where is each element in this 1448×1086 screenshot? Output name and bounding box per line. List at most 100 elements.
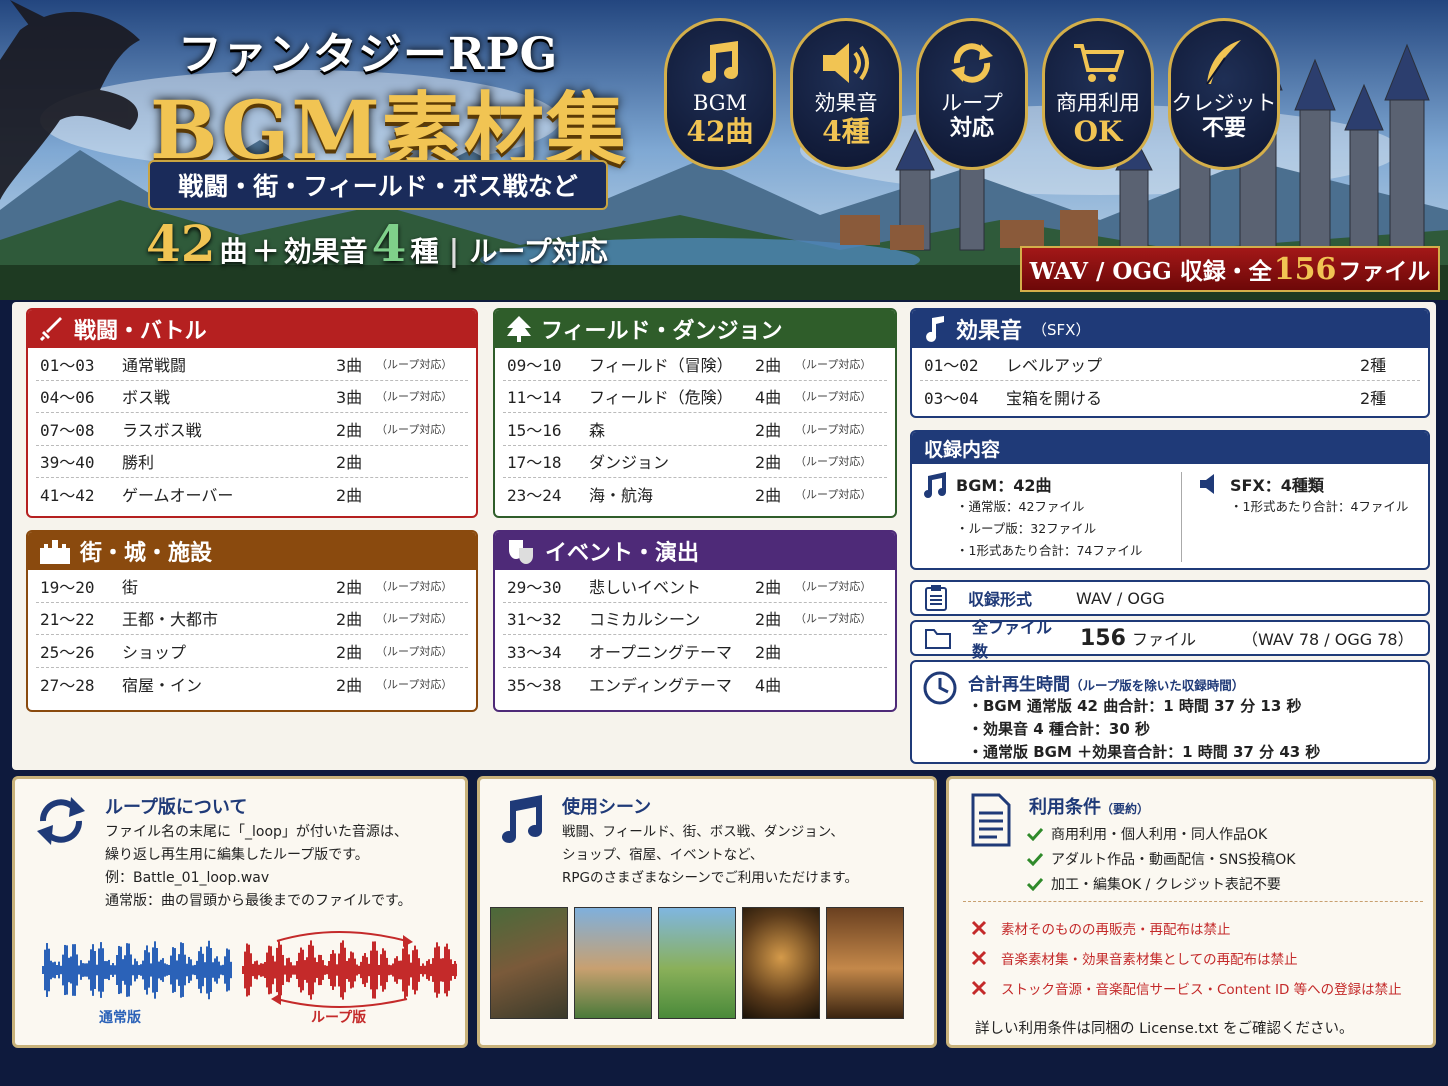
term-ng-item: 音楽素材集・効果音素材集としての再配布は禁止	[971, 943, 1402, 973]
track-count: 4曲	[755, 388, 782, 408]
loop-note: （ループ対応）	[376, 644, 453, 658]
badge-sfx: 効果音 4種	[790, 18, 902, 170]
track-range: 35～38	[507, 675, 562, 695]
track-range: 09～10	[507, 355, 562, 375]
track-range: 21～22	[40, 610, 95, 630]
file-count-banner: WAV / OGG 収録・全 156 ファイル	[1020, 246, 1440, 292]
battle-card-header: 戦闘・バトル	[28, 310, 476, 348]
track-list-panel: 戦闘・バトル 01～03 通常戦闘 3曲 （ループ対応） 04～06 ボス戦 3曲 （ループ対…	[12, 302, 1436, 770]
format-row: 収録形式 WAV / OGG	[910, 580, 1430, 616]
track-range: 01～03	[40, 355, 95, 375]
duration-box: 合計再生時間（ループ版を除いた収録時間） ・BGM 通常版 42 曲合計：1 時…	[910, 660, 1430, 764]
text-line: ・通常版 BGM ＋効果音合計：1 時間 37 分 43 秒	[968, 743, 1321, 761]
loop-version-label: ループ版	[311, 1010, 367, 1026]
text-line: ファイル名の末尾に「_loop」が付いた音源は、	[105, 824, 408, 840]
feather-icon	[1206, 40, 1241, 85]
sfx-count: 4	[371, 214, 407, 273]
loop-icon	[37, 797, 85, 845]
track-count: 2曲	[755, 610, 782, 630]
music-note-icon	[502, 795, 542, 843]
town-card: 街・城・施設 19～20 街 2曲 （ループ対応） 21～22 王都・大都市 2曲 （ループ対…	[26, 530, 478, 712]
scenes-title: 使用シーン	[562, 797, 652, 818]
hero-count-line: 42 曲 ＋ 効果音 4 種 | ループ対応	[146, 214, 608, 273]
field-card: フィールド・ダンジョン 09～10 フィールド（冒険） 2曲 （ループ対応） 11～14…	[493, 308, 897, 518]
track-name: 悲しいイベント	[589, 577, 702, 597]
track-range: 25～26	[40, 642, 95, 662]
music-note-icon	[924, 472, 946, 498]
track-count: 2曲	[336, 486, 363, 506]
track-count: 3曲	[336, 355, 363, 375]
track-count: 2種	[1360, 355, 1387, 375]
loop-info-panel: ループ版について ファイル名の末尾に「_loop」が付いた音源は、 繰り返し再生用…	[12, 776, 468, 1048]
cross-icon	[971, 950, 987, 966]
loop-info-title: ループ版について	[105, 797, 248, 818]
track-count: 3曲	[336, 388, 363, 408]
loop-note: （ループ対応）	[376, 422, 453, 436]
loop-support-text: ループ対応	[469, 235, 608, 268]
track-name: フィールド（危険）	[589, 388, 733, 408]
sfx-total: SFX：4種類	[1230, 476, 1324, 495]
track-range: 17～18	[507, 453, 562, 473]
track-row: 21～22 王都・大都市 2曲 （ループ対応）	[36, 603, 468, 635]
field-scene-image	[658, 907, 736, 1019]
castle-icon	[40, 540, 70, 564]
music-note-icon	[702, 41, 738, 83]
track-row: 25～26 ショップ 2曲 （ループ対応）	[36, 635, 468, 668]
check-icon	[1027, 852, 1043, 866]
track-range: 01～02	[924, 355, 979, 375]
track-row: 27～28 宿屋・イン 2曲 （ループ対応）	[36, 668, 468, 701]
track-range: 11～14	[507, 388, 562, 408]
track-name: ラスボス戦	[122, 420, 202, 440]
track-count: 2曲	[336, 642, 363, 662]
track-count: 2種	[1360, 388, 1387, 408]
scene-thumbnails	[490, 907, 904, 1019]
loop-note: （ループ対応）	[795, 357, 872, 371]
cross-icon	[971, 980, 987, 996]
loop-note: （ループ対応）	[376, 390, 453, 404]
track-name: 宝箱を開ける	[1006, 388, 1103, 408]
loop-note: （ループ対応）	[795, 422, 872, 436]
hero-banner: ファンタジーRPG BGM素材集 戦闘・街・フィールド・ボス戦など 42 曲 ＋…	[0, 0, 1448, 300]
sfx-count-unit: 種	[410, 235, 439, 268]
feature-badges: BGM 42曲 効果音 4種 ループ 対応 商用利用 OK クレジット 不要	[664, 18, 1280, 170]
cross-icon	[971, 920, 987, 936]
track-row: 23～24 海・航海 2曲 （ループ対応）	[503, 478, 887, 511]
track-name: 森	[589, 420, 606, 440]
track-row: 07～08 ラスボス戦 2曲 （ループ対応）	[36, 413, 468, 446]
track-row: 29～30 悲しいイベント 2曲 （ループ対応）	[503, 570, 887, 603]
sfx-card-header: 効果音 （SFX）	[912, 310, 1428, 348]
track-name: 通常戦闘	[122, 355, 187, 375]
town-card-header: 街・城・施設	[28, 532, 476, 570]
track-row: 04～06 ボス戦 3曲 （ループ対応）	[36, 381, 468, 413]
plus-sign: ＋	[251, 235, 280, 268]
track-name: 街	[122, 577, 139, 597]
check-icon	[1027, 827, 1043, 841]
text-line: ・ループ版：32ファイル	[956, 521, 1097, 536]
track-name: ダンジョン	[589, 453, 670, 473]
track-count: 2曲	[336, 675, 363, 695]
track-row: 09～10 フィールド（冒険） 2曲 （ループ対応）	[503, 348, 887, 381]
badge-commercial: 商用利用 OK	[1042, 18, 1154, 170]
track-row: 03～04 宝箱を開ける 2種	[920, 381, 1420, 414]
scenes-panel: 使用シーン 戦闘、フィールド、街、ボス戦、ダンジョン、 ショップ、宿屋、イベントな…	[477, 776, 937, 1048]
bgm-count-unit: 曲	[219, 235, 248, 268]
separator: |	[448, 234, 460, 269]
contents-card-header: 収録内容	[912, 432, 1428, 464]
track-count: 2曲	[755, 486, 782, 506]
track-name: 海・航海	[589, 486, 654, 506]
loop-note: （ループ対応）	[376, 612, 453, 626]
loop-note: （ループ対応）	[376, 357, 453, 371]
track-name: 勝利	[122, 453, 155, 473]
clipboard-icon	[925, 585, 947, 611]
track-name: コミカルシーン	[589, 610, 701, 630]
track-row: 39～40 勝利 2曲	[36, 446, 468, 478]
loop-icon	[951, 43, 993, 83]
text-line: ・BGM 通常版 42 曲合計：1 時間 37 分 13 秒	[968, 697, 1302, 715]
track-row: 35～38 エンディングテーマ 4曲	[503, 668, 887, 701]
track-range: 39～40	[40, 453, 95, 473]
text-line: ・1形式あたり合計：4ファイル	[1230, 499, 1409, 514]
battle-card: 戦闘・バトル 01～03 通常戦闘 3曲 （ループ対応） 04～06 ボス戦 3曲 （ループ対…	[26, 308, 478, 518]
term-ok-item: 商用利用・個人利用・同人作品OK	[1027, 821, 1295, 846]
track-count: 2曲	[755, 642, 782, 662]
text-line: 例：Battle_01_loop.wav	[105, 870, 270, 886]
